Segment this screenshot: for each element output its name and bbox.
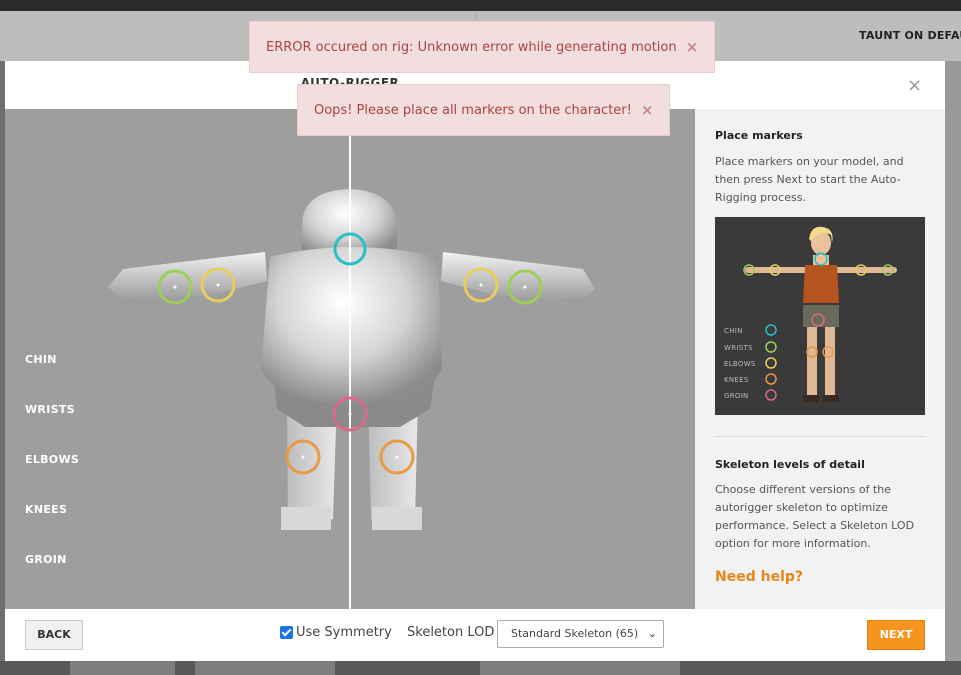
torso: [261, 247, 442, 405]
auto-rigger-modal: AUTO-RIGGER × CHIN WRISTS ELBOWS KNEES G…: [5, 61, 945, 661]
need-help-link[interactable]: Need help?: [715, 569, 803, 585]
ref-label-knees: KNEES: [724, 376, 749, 384]
reference-image: CHIN WRISTS ELBOWS KNEES GROIN: [715, 217, 925, 415]
side-divider: [715, 436, 925, 437]
skeleton-lod-text: Choose different versions of the autorig…: [715, 483, 915, 550]
ref-label-wrists: WRISTS: [724, 344, 753, 352]
background-tile: [70, 661, 175, 675]
background-tile: [195, 661, 335, 675]
marker-label-chin[interactable]: CHIN: [25, 353, 57, 366]
back-button[interactable]: BACK: [25, 620, 83, 650]
ref-label-groin: GROIN: [724, 392, 749, 400]
skeleton-lod-title: Skeleton levels of detail: [715, 458, 865, 471]
error-toast-close-icon[interactable]: ×: [686, 38, 699, 56]
reference-figure: [743, 226, 897, 402]
ref-label-elbows: ELBOWS: [724, 360, 756, 368]
place-markers-text: Place markers on your model, and then pr…: [715, 155, 904, 204]
marker-label-knees[interactable]: KNEES: [25, 503, 67, 516]
modal-footer: BACK Use Symmetry Skeleton LOD Standard …: [5, 609, 945, 661]
marker-label-wrists[interactable]: WRISTS: [25, 403, 75, 416]
side-panel: Place markers Place markers on your mode…: [695, 109, 945, 609]
right-foot: [372, 507, 422, 530]
skeleton-lod-label: Skeleton LOD: [407, 625, 495, 640]
modal-close-icon[interactable]: ×: [907, 75, 922, 96]
place-markers-title: Place markers: [715, 129, 803, 142]
warning-toast: Oops! Please place all markers on the ch…: [297, 84, 671, 136]
ref-label-chin: CHIN: [724, 327, 743, 335]
warning-toast-close-icon[interactable]: ×: [641, 101, 654, 119]
chevron-down-icon: ⌄: [647, 627, 657, 640]
background-header-text: TAUNT ON DEFAU: [859, 29, 961, 42]
right-arm: [441, 252, 595, 302]
next-button[interactable]: NEXT: [867, 620, 925, 650]
model-viewport[interactable]: CHIN WRISTS ELBOWS KNEES GROIN: [5, 109, 695, 609]
background-tile: [480, 661, 680, 675]
left-foot: [281, 507, 331, 530]
error-toast-message: ERROR occured on rig: Unknown error whil…: [266, 39, 677, 55]
background-topbar: [0, 0, 961, 11]
use-symmetry-toggle[interactable]: Use Symmetry: [280, 625, 392, 640]
symmetry-label: Use Symmetry: [296, 625, 392, 640]
symmetry-checkbox[interactable]: [280, 626, 293, 639]
background-right-strip: [945, 61, 961, 661]
character-model[interactable]: [5, 109, 695, 609]
marker-label-elbows[interactable]: ELBOWS: [25, 453, 79, 466]
skeleton-lod-value: Standard Skeleton (65): [511, 627, 639, 640]
warning-toast-message: Oops! Please place all markers on the ch…: [314, 102, 632, 118]
skeleton-lod-select[interactable]: Standard Skeleton (65) ⌄: [497, 620, 664, 648]
marker-label-groin[interactable]: GROIN: [25, 553, 67, 566]
error-toast: ERROR occured on rig: Unknown error whil…: [249, 21, 716, 73]
